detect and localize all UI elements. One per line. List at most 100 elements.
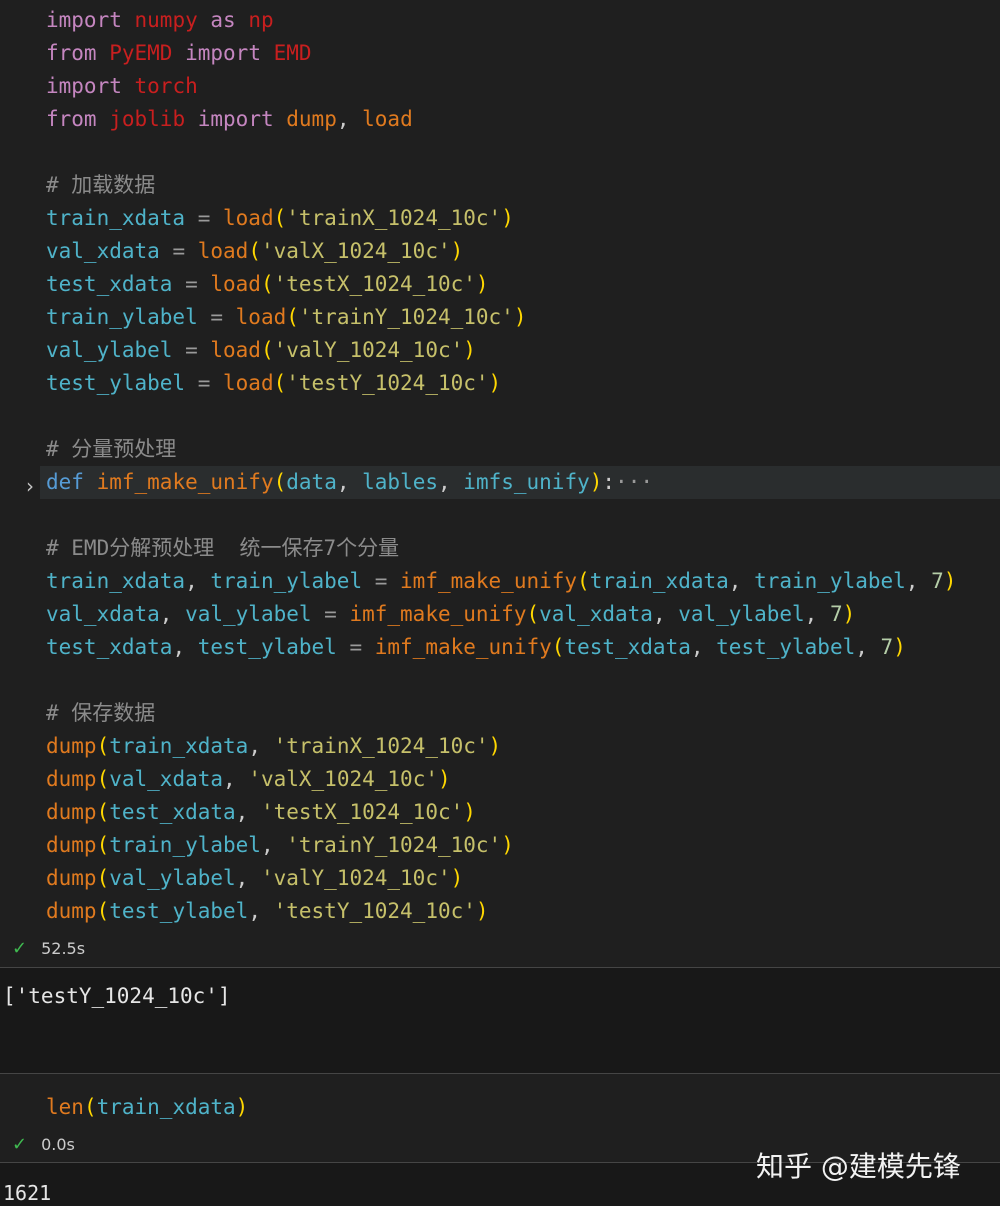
code-token: ···: [615, 470, 653, 494]
code-token: val_ylabel: [109, 866, 235, 890]
code-token: train_ylabel: [109, 833, 261, 857]
code-token: load: [210, 272, 261, 296]
code-token: ): [463, 338, 476, 362]
code-token: 'trainX_1024_10c': [274, 734, 489, 758]
code-line[interactable]: def imf_make_unify(data, lables, imfs_un…: [40, 466, 1000, 499]
code-token: =: [185, 206, 223, 230]
code-token: (: [526, 602, 539, 626]
code-line[interactable]: import numpy as np: [46, 4, 1000, 37]
code-token: (: [577, 569, 590, 593]
code-token: def: [46, 470, 84, 494]
code-line[interactable]: # 保存数据: [46, 697, 1000, 730]
code-token: from: [46, 107, 97, 131]
code-line[interactable]: from joblib import dump, load: [46, 103, 1000, 136]
code-line[interactable]: train_ylabel = load('trainY_1024_10c'): [46, 301, 1000, 334]
code-line[interactable]: [46, 499, 1000, 532]
code-line[interactable]: # 加载数据: [46, 169, 1000, 202]
code-token: ): [590, 470, 603, 494]
code-line[interactable]: [46, 400, 1000, 433]
code-token: :: [602, 470, 615, 494]
code-token: ): [944, 569, 957, 593]
code-line[interactable]: [46, 664, 1000, 697]
code-line[interactable]: train_xdata, train_ylabel = imf_make_uni…: [46, 565, 1000, 598]
code-token: ,: [855, 635, 880, 659]
code-token: 'valY_1024_10c': [274, 338, 464, 362]
code-line[interactable]: dump(val_xdata, 'valX_1024_10c'): [46, 763, 1000, 796]
code-token: (: [97, 734, 110, 758]
code-token: import: [185, 41, 261, 65]
code-editor-1[interactable]: import numpy as npfrom PyEMD import EMDi…: [46, 4, 1000, 928]
code-token: imf_make_unify: [349, 602, 526, 626]
code-token: ,: [236, 800, 261, 824]
code-token: ,: [729, 569, 754, 593]
code-token: ,: [805, 602, 830, 626]
code-line[interactable]: # 分量预处理: [46, 433, 1000, 466]
code-line[interactable]: from PyEMD import EMD: [46, 37, 1000, 70]
check-icon: ✓: [12, 938, 27, 959]
code-line[interactable]: dump(train_xdata, 'trainX_1024_10c'): [46, 730, 1000, 763]
code-token: =: [362, 569, 400, 593]
code-token: [84, 470, 97, 494]
code-token: ,: [337, 107, 362, 131]
fold-chevron-icon[interactable]: ›: [26, 474, 34, 498]
code-token: ): [463, 800, 476, 824]
code-token: [261, 41, 274, 65]
code-token: (: [97, 866, 110, 890]
code-token: test_ylabel: [198, 635, 337, 659]
code-token: test_ylabel: [109, 899, 248, 923]
code-line[interactable]: test_xdata, test_ylabel = imf_make_unify…: [46, 631, 1000, 664]
code-line[interactable]: # EMD分解预处理 统一保存7个分量: [46, 532, 1000, 565]
cell-1-output: ['testY_1024_10c']: [0, 968, 1000, 1073]
code-line[interactable]: dump(test_xdata, 'testX_1024_10c'): [46, 796, 1000, 829]
code-token: # EMD分解预处理 统一保存7个分量: [46, 536, 399, 560]
code-line[interactable]: len(train_xdata): [46, 1091, 248, 1124]
code-token: ): [501, 833, 514, 857]
execution-time: 52.5s: [41, 939, 85, 958]
code-line[interactable]: val_ylabel = load('valY_1024_10c'): [46, 334, 1000, 367]
code-token: 'valY_1024_10c': [261, 866, 451, 890]
code-line[interactable]: dump(test_ylabel, 'testY_1024_10c'): [46, 895, 1000, 928]
code-token: =: [160, 239, 198, 263]
code-token: import: [46, 74, 122, 98]
code-token: 'valX_1024_10c': [261, 239, 451, 263]
code-token: (: [248, 239, 261, 263]
code-token: dump: [46, 866, 97, 890]
code-token: 7: [931, 569, 944, 593]
code-token: [97, 41, 110, 65]
code-token: train_xdata: [590, 569, 729, 593]
code-token: 'trainY_1024_10c': [299, 305, 514, 329]
code-line[interactable]: val_xdata, val_ylabel = imf_make_unify(v…: [46, 598, 1000, 631]
code-line[interactable]: import torch: [46, 70, 1000, 103]
code-token: ): [514, 305, 527, 329]
code-cell-1[interactable]: › import numpy as npfrom PyEMD import EM…: [0, 0, 1000, 967]
code-editor-2[interactable]: len(train_xdata): [46, 1091, 248, 1124]
code-token: import: [46, 8, 122, 32]
code-token: from: [46, 41, 97, 65]
code-token: train_xdata: [46, 569, 185, 593]
code-token: (: [274, 206, 287, 230]
code-token: [122, 8, 135, 32]
code-token: ): [451, 866, 464, 890]
code-line[interactable]: test_xdata = load('testX_1024_10c'): [46, 268, 1000, 301]
code-token: (: [286, 305, 299, 329]
code-token: ): [501, 206, 514, 230]
code-token: val_xdata: [46, 239, 160, 263]
code-line[interactable]: [46, 136, 1000, 169]
code-line[interactable]: val_xdata = load('valX_1024_10c'): [46, 235, 1000, 268]
code-token: (: [261, 338, 274, 362]
code-line[interactable]: dump(val_ylabel, 'valY_1024_10c'): [46, 862, 1000, 895]
code-token: ): [438, 767, 451, 791]
code-token: val_xdata: [109, 767, 223, 791]
code-token: ): [489, 734, 502, 758]
code-token: 7: [881, 635, 894, 659]
code-token: load: [236, 305, 287, 329]
code-token: ): [236, 1095, 249, 1119]
code-token: train_xdata: [109, 734, 248, 758]
code-token: =: [172, 338, 210, 362]
code-line[interactable]: train_xdata = load('trainX_1024_10c'): [46, 202, 1000, 235]
code-line[interactable]: dump(train_ylabel, 'trainY_1024_10c'): [46, 829, 1000, 862]
code-token: ): [451, 239, 464, 263]
code-line[interactable]: test_ylabel = load('testY_1024_10c'): [46, 367, 1000, 400]
code-token: [97, 107, 110, 131]
code-token: dump: [286, 107, 337, 131]
